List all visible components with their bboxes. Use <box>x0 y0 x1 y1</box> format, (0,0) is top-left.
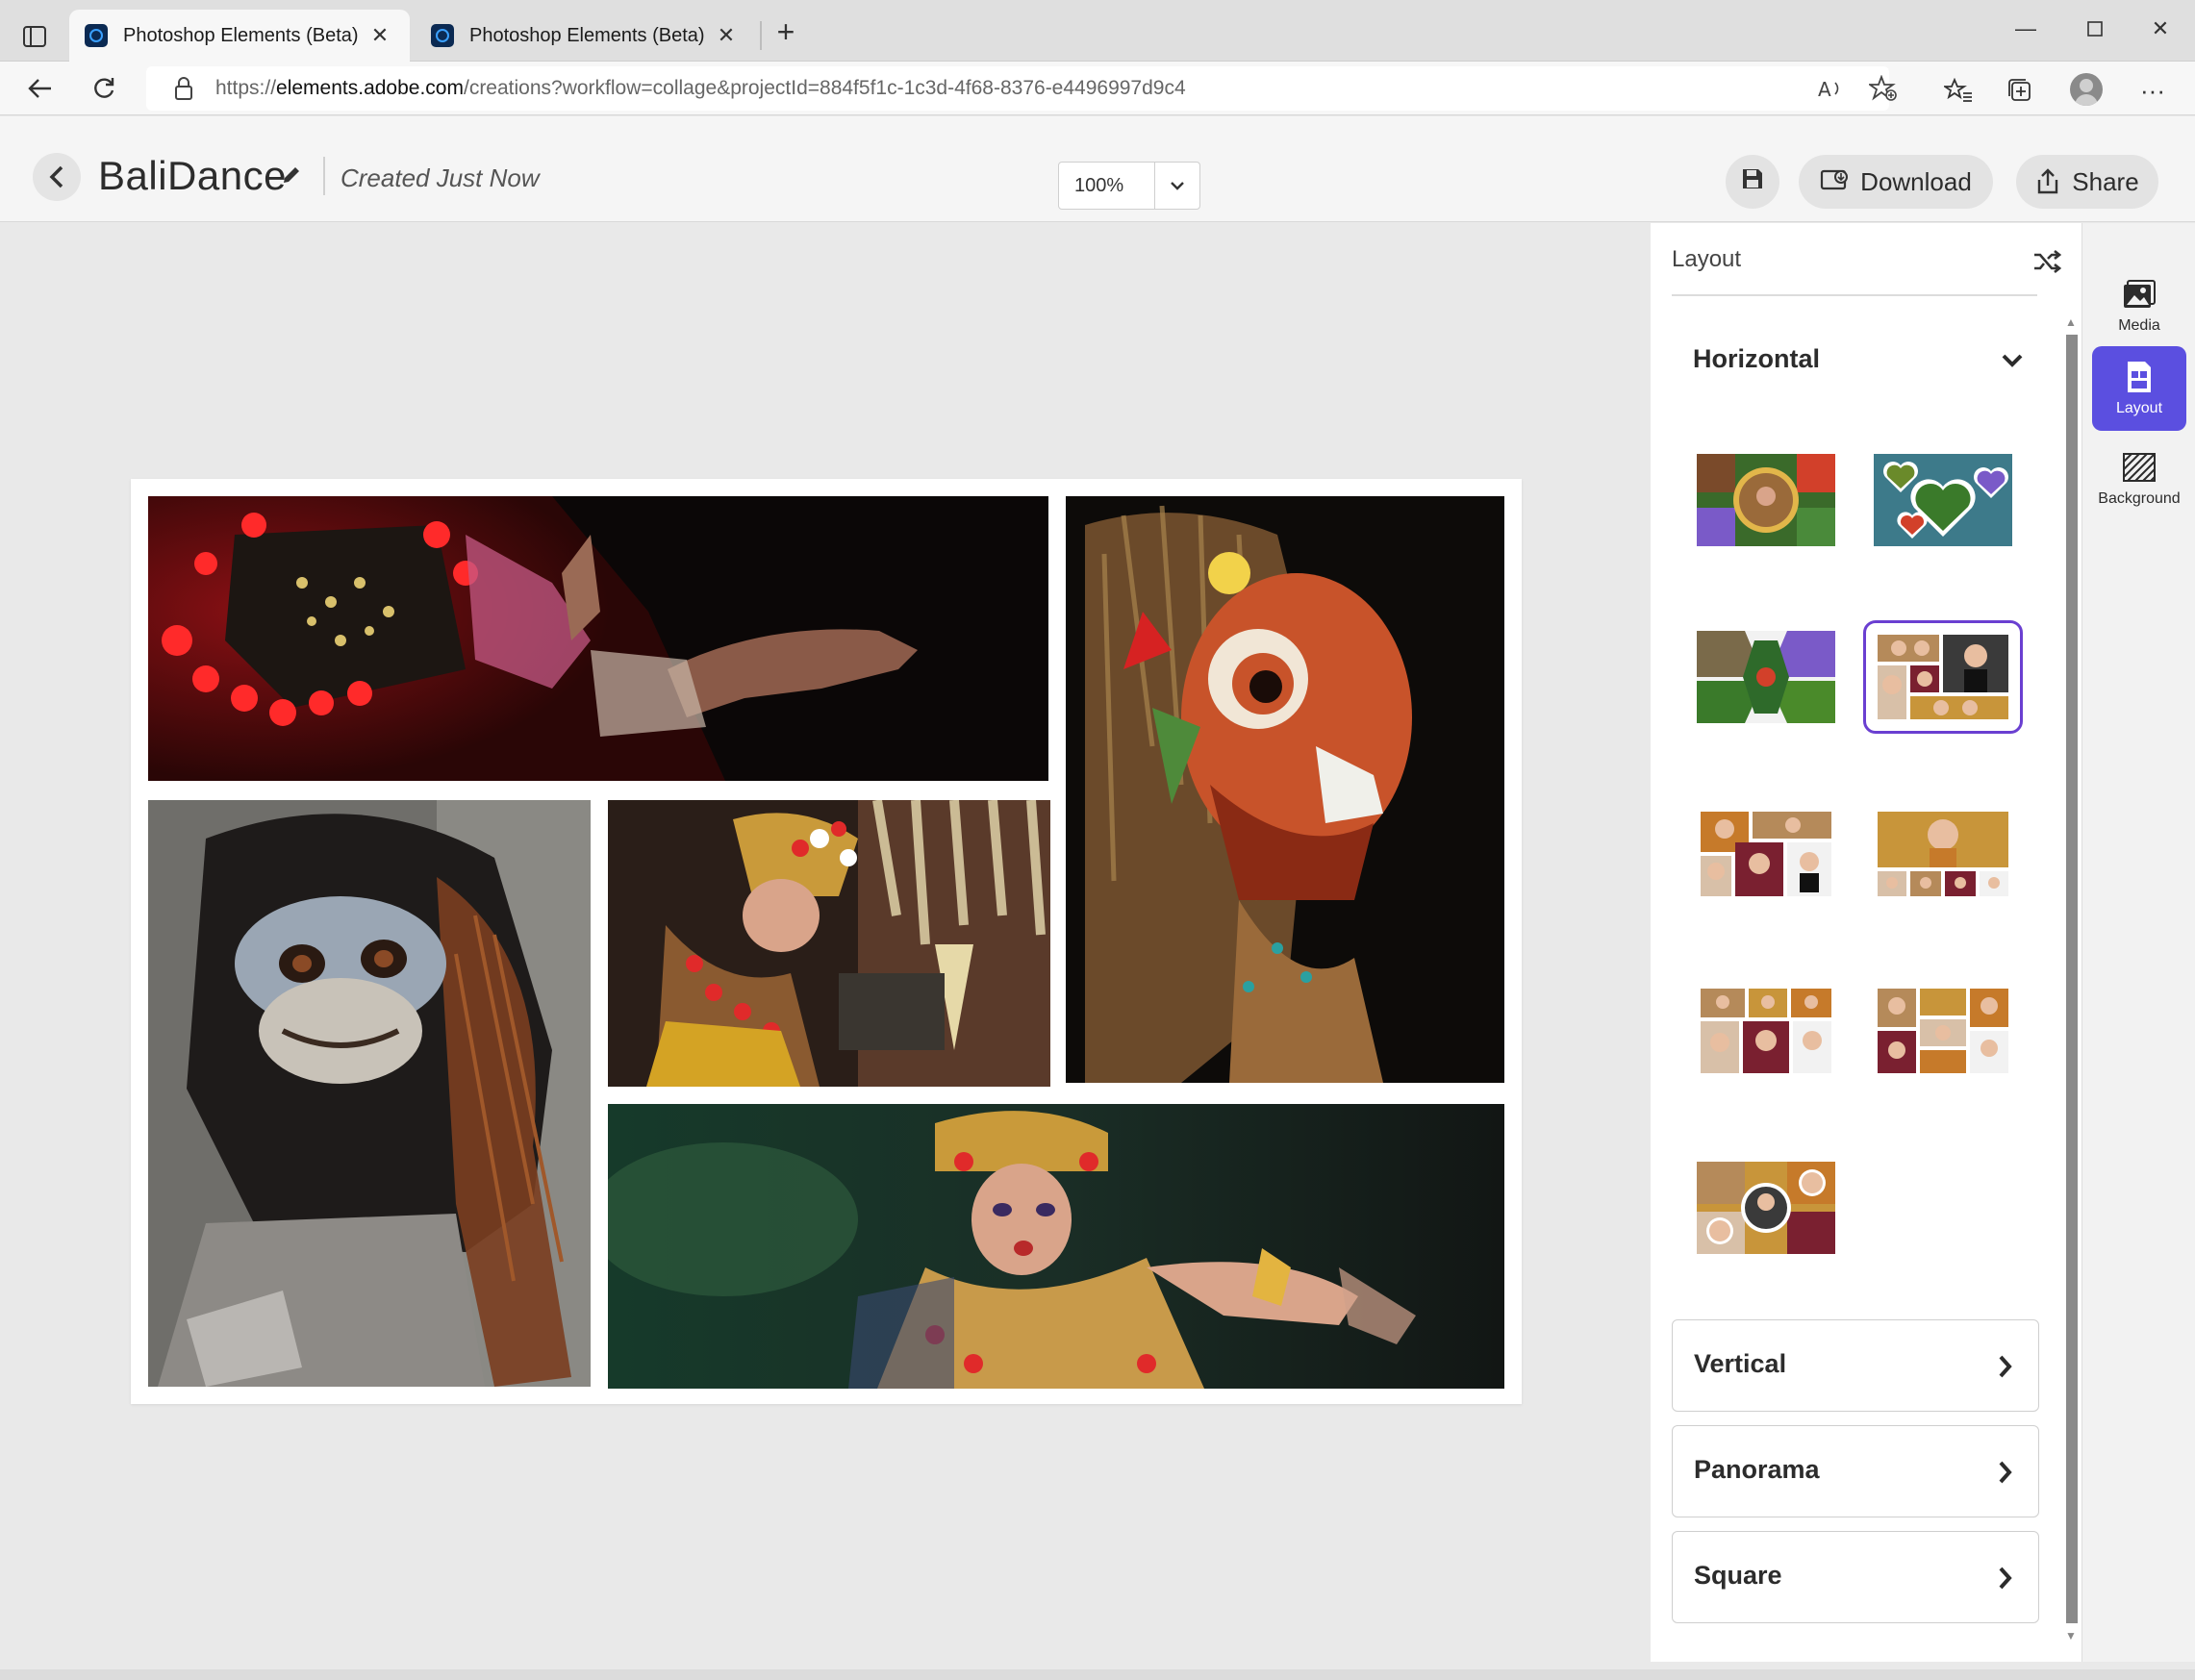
url-path: /creations?workflow=collage&projectId=88… <box>463 77 1186 99</box>
collage-photo-legong-dancer-front[interactable] <box>608 1104 1504 1389</box>
url-scheme: https:// <box>215 77 277 99</box>
panel-divider <box>1672 294 2037 296</box>
category-vertical[interactable]: Vertical <box>1672 1319 2039 1412</box>
favorites-icon[interactable] <box>1941 73 1976 108</box>
category-label: Vertical <box>1694 1349 1787 1378</box>
download-label: Download <box>1860 166 1972 196</box>
panel-title: Layout <box>1672 246 1742 272</box>
category-panorama[interactable]: Panorama <box>1672 1425 2039 1517</box>
back-button[interactable] <box>33 153 81 201</box>
tab-title: Photoshop Elements (Beta) <box>469 24 705 46</box>
zoom-dropdown[interactable]: 100% <box>1058 162 1200 210</box>
read-aloud-icon[interactable]: A <box>1816 73 1847 104</box>
share-icon <box>2035 168 2060 195</box>
zoom-value[interactable]: 100% <box>1059 163 1155 209</box>
minimize-icon[interactable]: — <box>1997 10 2055 48</box>
save-button[interactable] <box>1726 155 1779 209</box>
layout-thumb-children-grid-4[interactable] <box>1874 985 2012 1077</box>
layout-thumb-children-grid-2[interactable] <box>1874 808 2012 900</box>
rail-item-background[interactable]: Background <box>2092 437 2186 521</box>
project-title[interactable]: BaliDance <box>98 153 287 199</box>
layout-thumb-hexagon-collage[interactable] <box>1697 631 1835 723</box>
reload-icon[interactable] <box>85 69 123 108</box>
scroll-up-icon[interactable]: ▲ <box>2065 315 2077 329</box>
scroll-down-icon[interactable]: ▼ <box>2065 1629 2077 1642</box>
address-bar-row: https://elements.adobe.com/creations?wor… <box>0 62 2195 115</box>
tab-close-icon[interactable]: ✕ <box>712 23 741 48</box>
chevron-down-icon[interactable] <box>1995 346 2030 375</box>
download-button[interactable]: Download <box>1799 155 1993 209</box>
browser-tab-active[interactable]: Photoshop Elements (Beta) ✕ <box>69 10 410 62</box>
tab-close-icon[interactable]: ✕ <box>366 23 394 48</box>
chevron-down-icon[interactable] <box>1155 163 1199 209</box>
add-favorite-icon[interactable] <box>1868 73 1899 104</box>
more-icon[interactable]: ··· <box>2135 73 2170 108</box>
collage-photo-monkey-mask[interactable] <box>148 800 591 1387</box>
panel-scrollbar[interactable]: ▲ ▼ <box>2062 315 2081 1648</box>
layout-thumb-children-circles[interactable] <box>1697 1162 1835 1254</box>
rail-item-media[interactable]: Media <box>2092 263 2186 348</box>
tab-title: Photoshop Elements (Beta) <box>123 24 359 46</box>
chevron-right-icon <box>1994 1455 2017 1490</box>
pencil-icon[interactable] <box>281 163 302 192</box>
shuffle-icon[interactable] <box>2028 242 2066 281</box>
collage-photo-mask-red-barong[interactable] <box>1066 496 1504 1083</box>
layout-thumb-circle-collage[interactable] <box>1697 454 1835 546</box>
layout-thumb-children-grid-3[interactable] <box>1697 985 1835 1077</box>
photoshop-favicon-icon <box>85 24 108 47</box>
share-label: Share <box>2072 166 2139 196</box>
layout-thumb-grid-five-photos[interactable] <box>1863 620 2023 734</box>
collage-photo-legong-dancer-side[interactable] <box>608 800 1050 1087</box>
tab-actions-icon[interactable] <box>15 17 54 56</box>
rail-label-layout: Layout <box>2115 400 2163 416</box>
collage-canvas[interactable] <box>131 479 1522 1404</box>
back-arrow-icon[interactable] <box>21 69 60 108</box>
collections-icon[interactable] <box>2003 73 2037 108</box>
header-divider <box>323 157 325 195</box>
new-tab-icon[interactable]: + <box>770 16 802 50</box>
app-header: BaliDance Created Just Now 100% Download… <box>0 116 2195 222</box>
media-icon <box>2122 277 2157 312</box>
photoshop-favicon-icon <box>431 24 454 47</box>
browser-tab-inactive[interactable]: Photoshop Elements (Beta) ✕ <box>416 10 756 62</box>
rail-label-media: Media <box>2118 317 2160 334</box>
save-disk-icon <box>1741 167 1764 197</box>
chevron-right-icon <box>1994 1349 2017 1384</box>
window-close-icon[interactable]: ✕ <box>2132 10 2189 48</box>
created-status: Created Just Now <box>341 163 540 192</box>
category-label: Square <box>1694 1561 1782 1590</box>
category-label: Panorama <box>1694 1455 1820 1484</box>
svg-text:A: A <box>1818 78 1831 100</box>
scrollbar-thumb[interactable] <box>2066 335 2078 1623</box>
layout-icon <box>2126 360 2153 394</box>
download-icon <box>1820 169 1849 194</box>
rail-label-background: Background <box>2098 490 2181 507</box>
chevron-right-icon <box>1994 1561 2017 1595</box>
lock-icon[interactable] <box>173 76 194 101</box>
background-icon <box>2123 450 2156 485</box>
profile-icon[interactable] <box>2070 73 2103 106</box>
share-button[interactable]: Share <box>2016 155 2158 209</box>
layout-thumb-heart-collage[interactable] <box>1874 454 2012 546</box>
category-horizontal-header[interactable]: Horizontal <box>1693 344 1820 374</box>
category-square[interactable]: Square <box>1672 1531 2039 1623</box>
tab-separator <box>760 21 762 50</box>
window-bottom-edge <box>0 1669 2195 1680</box>
layout-panel: Layout Horizontal Vertical Panorama Squa… <box>1651 223 2081 1662</box>
rail-item-layout[interactable]: Layout <box>2092 346 2186 431</box>
tool-rail: Media Layout Background <box>2081 223 2195 1662</box>
layout-thumb-children-grid-1[interactable] <box>1697 808 1835 900</box>
collage-photo-dancer-hands[interactable] <box>148 496 1048 781</box>
maximize-icon[interactable] <box>2066 10 2124 48</box>
browser-tab-bar: Photoshop Elements (Beta) ✕ Photoshop El… <box>0 0 2195 62</box>
url-field[interactable]: https://elements.adobe.com/creations?wor… <box>146 66 1889 111</box>
url-host: elements.adobe.com <box>276 77 464 99</box>
